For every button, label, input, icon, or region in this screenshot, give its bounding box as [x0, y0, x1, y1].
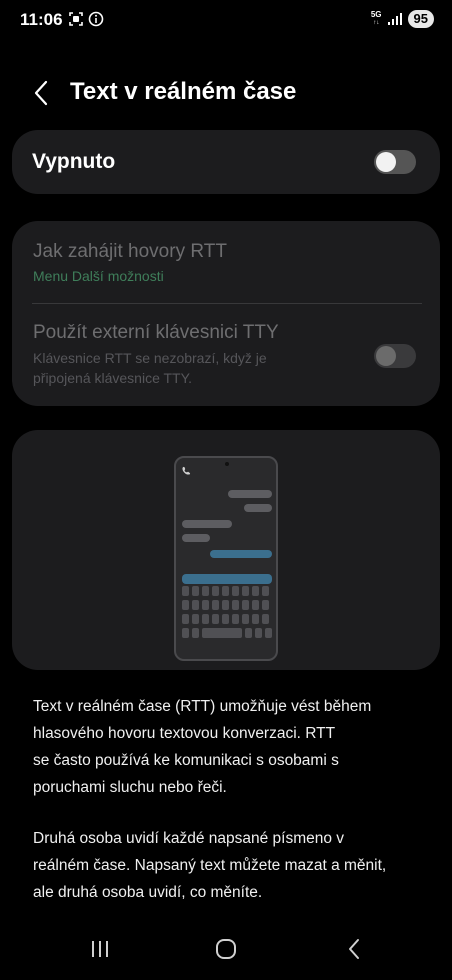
status-system-icons: 5G ↑↓ 95	[371, 10, 434, 28]
status-notification-icons	[68, 11, 104, 27]
rtt-options-card: Jak zahájit hovory RTT Menu Další možnos…	[12, 221, 440, 406]
tty-keyboard-switch[interactable]	[374, 344, 416, 368]
main-toggle-label: Vypnuto	[32, 150, 116, 173]
chevron-left-icon	[349, 939, 359, 959]
page-title: Text v reálném čase	[70, 78, 297, 105]
home-button[interactable]	[206, 934, 246, 964]
option-how-to-start-rtt[interactable]: Jak zahájit hovory RTT Menu Další možnos…	[12, 221, 440, 303]
description-paragraph-1: Text v reálném čase (RTT) umožňuje vést …	[33, 698, 372, 796]
rtt-input-field	[182, 574, 272, 584]
battery-badge: 95	[407, 10, 434, 28]
chat-bubble-outgoing	[182, 520, 232, 528]
status-bar: 11:06 5G ↑↓ 95	[0, 0, 452, 40]
phone-camera	[225, 462, 229, 466]
screenshot-icon	[69, 12, 83, 26]
phone-illustration	[174, 456, 278, 661]
info-icon	[88, 11, 104, 27]
option-subtitle-line1: Klávesnice RTT se nezobrazí, když je	[33, 350, 267, 366]
option-external-tty-keyboard[interactable]: Použít externí klávesnici TTY Klávesnice…	[12, 304, 440, 406]
status-time: 11:06	[20, 10, 63, 29]
chat-bubble-typing	[210, 550, 272, 558]
signal-icon	[387, 13, 402, 25]
recents-button[interactable]	[80, 934, 120, 964]
back-button[interactable]	[26, 78, 56, 108]
network-5g-icon: 5G ↑↓	[370, 10, 382, 27]
phone-call-icon	[182, 466, 191, 475]
home-icon	[216, 939, 236, 959]
rtt-main-switch[interactable]	[374, 150, 416, 174]
switch-knob	[376, 152, 396, 172]
description-paragraph-2: Druhá osoba uvidí každé napsané písmeno …	[33, 830, 387, 901]
main-toggle-card[interactable]: Vypnuto	[12, 130, 440, 194]
option-subtitle-line2: připojená klávesnice TTY.	[33, 370, 193, 386]
chat-bubble-outgoing	[182, 534, 210, 542]
chevron-left-icon	[34, 80, 48, 106]
option-title: Použít externí klávesnici TTY	[33, 322, 279, 343]
keyboard-illustration	[182, 586, 272, 642]
system-navigation-bar	[0, 920, 452, 980]
chat-bubble-incoming	[228, 490, 272, 498]
chat-bubble-incoming	[244, 504, 272, 512]
option-subtitle: Menu Další možnosti	[33, 268, 164, 284]
rtt-illustration-card	[12, 430, 440, 670]
back-nav-button[interactable]	[334, 934, 374, 964]
switch-knob	[376, 346, 396, 366]
option-title: Jak zahájit hovory RTT	[33, 241, 227, 262]
page-header: Text v reálném čase	[0, 72, 452, 112]
recents-icon	[92, 941, 108, 957]
